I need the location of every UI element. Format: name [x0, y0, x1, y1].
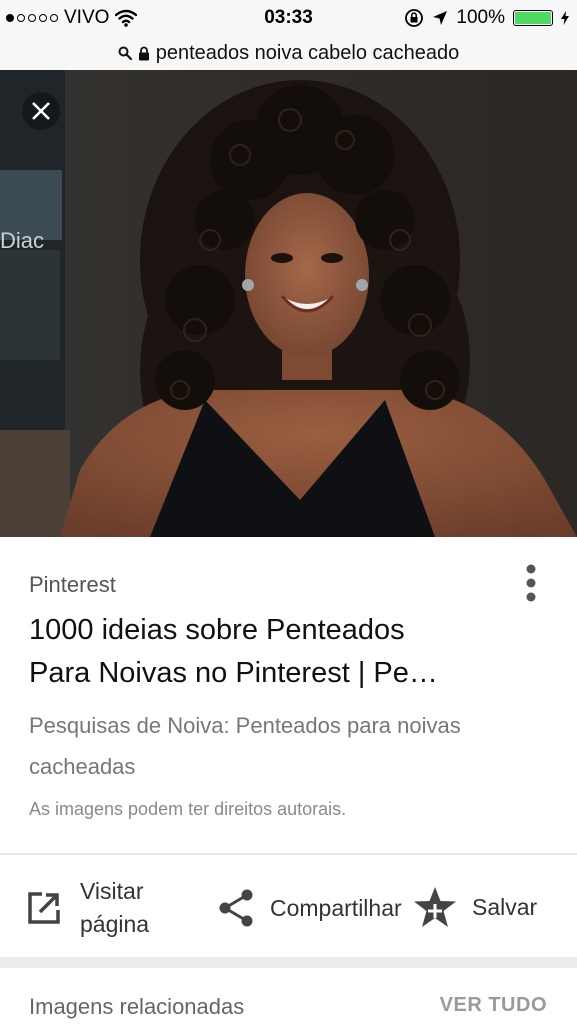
- share-label: Compartilhar: [270, 894, 402, 921]
- visit-page-button[interactable]: Visitar página: [26, 875, 149, 941]
- related-images-label: Imagens relacionadas: [29, 994, 245, 1019]
- status-right: 100%: [404, 7, 569, 29]
- open-external-icon: [28, 892, 60, 924]
- save-label: Salvar: [472, 893, 538, 920]
- rotation-lock-icon: [405, 9, 424, 27]
- search-icon: [118, 46, 132, 60]
- star-save-icon: [414, 887, 456, 927]
- svg-text:Diac: Diac: [0, 228, 44, 253]
- url-bar[interactable]: penteados noiva cabelo cacheado: [0, 36, 577, 70]
- location-arrow-icon: [433, 11, 448, 25]
- battery-fill: [515, 12, 551, 24]
- portrait-illustration: Diac: [0, 70, 577, 537]
- visit-label-line: página: [80, 911, 150, 937]
- charging-bolt-icon: [561, 11, 569, 25]
- result-title-line: 1000 ideias sobre Penteados: [29, 614, 405, 646]
- result-image[interactable]: Diac: [0, 70, 577, 537]
- result-description-line: cacheadas: [29, 754, 136, 779]
- result-description: Pesquisas de Noiva: Penteados para noiva…: [29, 705, 549, 787]
- see-all-button[interactable]: VER TUDO: [440, 994, 547, 1017]
- action-bar: Visitar página Compartilhar Salvar: [0, 854, 577, 957]
- close-icon: [32, 102, 50, 120]
- copyright-notice: As imagens podem ter direitos autorais.: [29, 799, 347, 819]
- result-description-line: Pesquisas de Noiva: Penteados para noiva…: [29, 713, 461, 738]
- visit-label-line: Visitar: [80, 878, 144, 904]
- battery-icon: [513, 10, 553, 26]
- lock-icon: [138, 46, 149, 60]
- related-images-card: Imagens relacionadas VER TUDO: [0, 968, 577, 1028]
- result-source[interactable]: Pinterest: [29, 572, 116, 598]
- result-title-line: Para Noivas no Pinterest | Pe…: [29, 657, 438, 689]
- close-button[interactable]: [22, 92, 60, 130]
- status-bar: VIVO 03:33 100%: [0, 0, 577, 36]
- save-button[interactable]: Salvar: [412, 885, 537, 929]
- share-button[interactable]: Compartilhar: [218, 889, 402, 927]
- search-query: penteados noiva cabelo cacheado: [155, 41, 460, 64]
- share-icon: [219, 889, 253, 927]
- result-title[interactable]: 1000 ideias sobre Penteados Para Noivas …: [29, 609, 529, 695]
- more-options-icon[interactable]: [520, 563, 542, 603]
- result-card: Pinterest 1000 ideias sobre Penteados Pa…: [0, 537, 577, 853]
- battery-percent: 100%: [456, 7, 505, 28]
